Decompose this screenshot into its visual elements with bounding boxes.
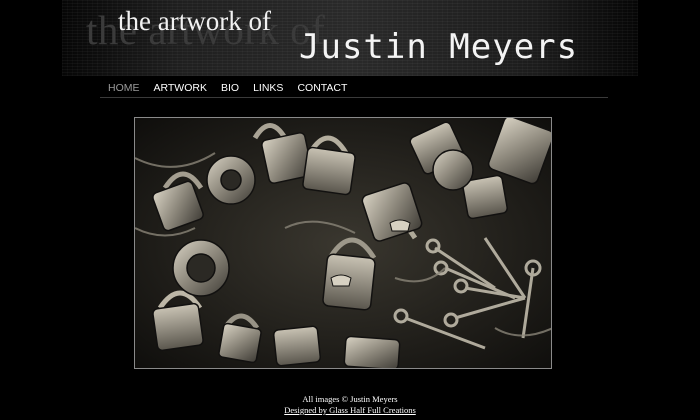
nav-bio[interactable]: BIO bbox=[221, 82, 239, 98]
footer: All images © Justin Meyers Designed by G… bbox=[0, 394, 700, 416]
nav-artwork[interactable]: ARTWORK bbox=[154, 82, 207, 98]
nav-divider bbox=[100, 97, 608, 98]
header-tagline: the artwork of bbox=[118, 6, 271, 36]
header-banner: the artwork of the artwork of Justin Mey… bbox=[62, 0, 638, 76]
nav-links[interactable]: LINKS bbox=[253, 82, 283, 98]
featured-artwork-image bbox=[134, 117, 552, 369]
artist-name: Justin Meyers bbox=[299, 27, 579, 67]
main-nav: HOME ARTWORK BIO LINKS CONTACT bbox=[108, 82, 347, 98]
designer-credit-link[interactable]: Designed by Glass Half Full Creations bbox=[284, 405, 416, 415]
nav-home[interactable]: HOME bbox=[108, 82, 140, 98]
nav-contact[interactable]: CONTACT bbox=[297, 82, 347, 98]
copyright-text: All images © Justin Meyers bbox=[302, 394, 398, 404]
